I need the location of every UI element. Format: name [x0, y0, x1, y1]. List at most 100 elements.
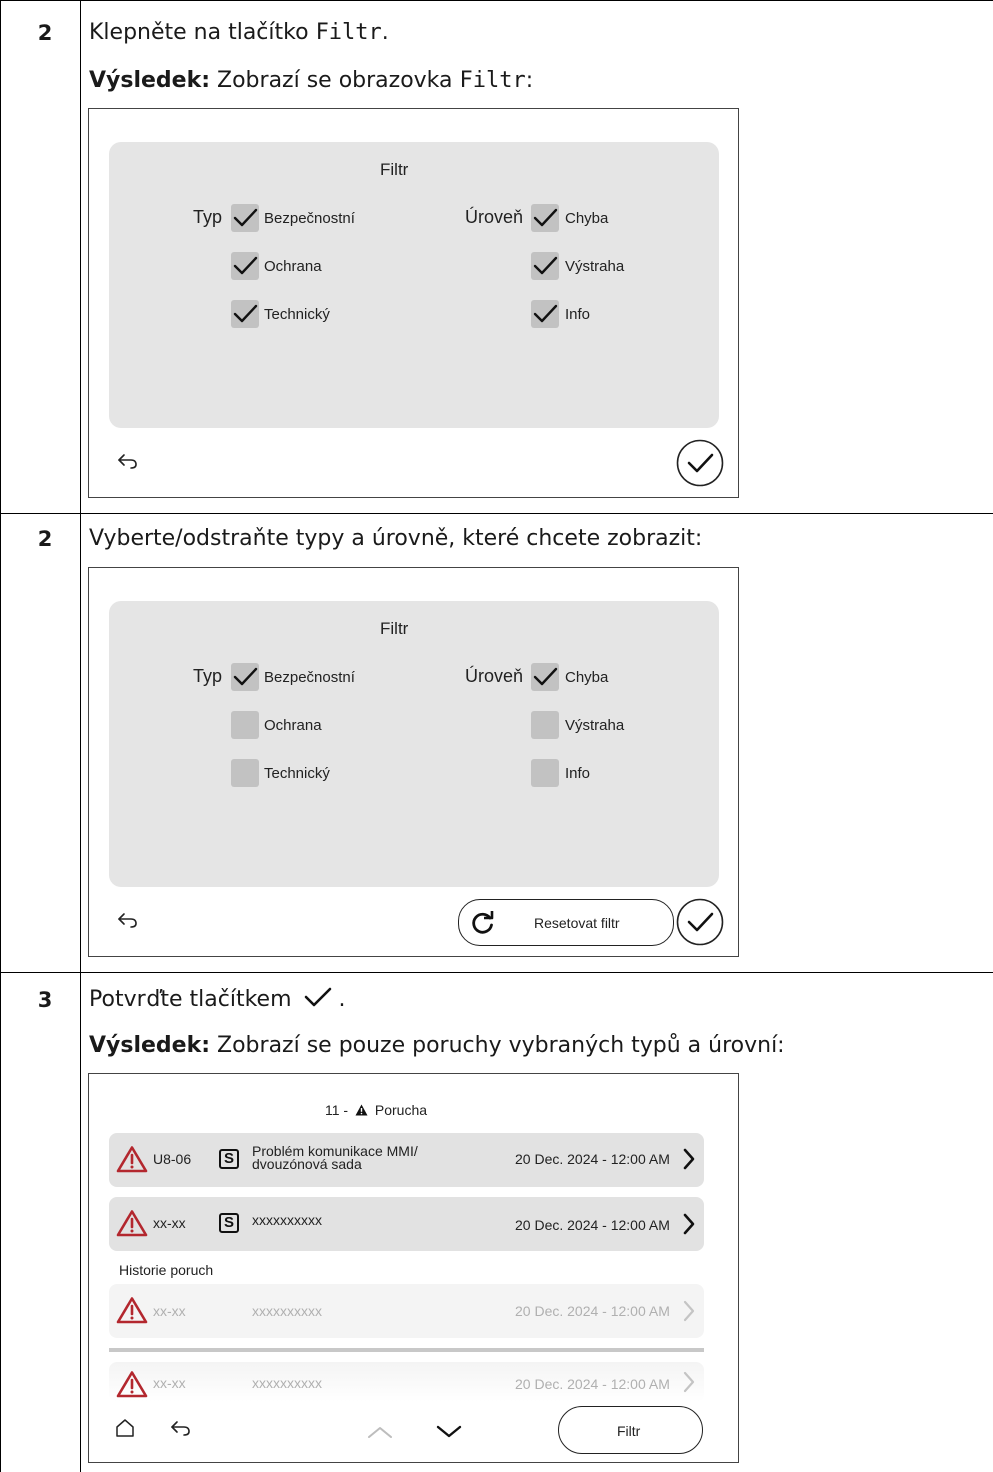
scroll-up-icon[interactable] [367, 1424, 393, 1440]
step-number: 3 [37, 988, 53, 1012]
malfunction-code: U8-06 [153, 1151, 192, 1167]
filter-title: Filtr [380, 160, 409, 179]
checkbox-chyba[interactable] [531, 663, 559, 691]
option-label: Chyba [565, 210, 609, 227]
option-label: Technický [264, 306, 330, 323]
option-label: Výstraha [565, 258, 625, 275]
type-label: Typ [193, 207, 223, 227]
result-suffix: : [525, 68, 534, 93]
filter-panel [109, 601, 719, 887]
result-text: Zobrazí se obrazovka [210, 68, 460, 93]
step-number: 2 [37, 21, 53, 45]
step-instruction: Klepněte na tlačítko Filtr. [89, 20, 389, 45]
check-icon [533, 208, 558, 227]
check-icon [533, 304, 558, 323]
malfunction-desc: xxxxxxxxxx [252, 1212, 322, 1228]
malfunction-header: 11 - Porucha [325, 1102, 427, 1118]
check-icon [304, 987, 331, 1007]
result-label: Výsledek: [89, 1033, 211, 1058]
step-result: Výsledek: Zobrazí se pouze poruchy vybra… [89, 1033, 785, 1058]
warning-icon [116, 1210, 148, 1237]
checkbox-info[interactable] [531, 759, 559, 787]
check-icon [233, 256, 258, 275]
history-title: Historie poruch [119, 1262, 214, 1278]
check-icon [233, 667, 258, 686]
malfunction-row[interactable]: xx-xx S xxxxxxxxxx 20 Dec. 2024 - 12:00 … [109, 1197, 704, 1251]
checkbox-technicky[interactable] [231, 759, 259, 787]
reset-icon [472, 911, 494, 934]
malfunction-desc: dvouzónová sada [252, 1156, 362, 1172]
instruction-code: Filtr [315, 20, 382, 45]
history-code: xx-xx [153, 1303, 186, 1319]
warning-icon [116, 1371, 148, 1398]
option-label: Bezpečnostní [264, 210, 355, 227]
checkbox-bezpecnostni[interactable] [231, 204, 259, 232]
chevron-right-icon [683, 1148, 695, 1170]
scroll-down-icon[interactable] [436, 1424, 462, 1440]
history-datetime: 20 Dec. 2024 - 12:00 AM [515, 1303, 670, 1319]
filter-panel [109, 142, 719, 428]
result-label: Výsledek: [89, 68, 211, 93]
table-top-border [0, 0, 993, 1]
level-label: Úroveň [465, 207, 524, 227]
step-result: Výsledek: Zobrazí se obrazovka Filtr: [89, 68, 533, 93]
instruction-suffix: . [381, 20, 389, 45]
check-icon [533, 667, 558, 686]
reset-filter-label: Resetovat filtr [534, 915, 620, 931]
history-desc: xxxxxxxxxx [252, 1303, 322, 1319]
filter-title: Filtr [380, 619, 409, 638]
history-code: xx-xx [153, 1375, 186, 1391]
option-label: Bezpečnostní [264, 669, 355, 686]
option-label: Ochrana [264, 258, 322, 275]
checkbox-chyba[interactable] [531, 204, 559, 232]
chevron-right-icon [683, 1213, 695, 1235]
warning-icon [116, 1297, 148, 1324]
result-text: Zobrazí se pouze poruchy vybraných typů … [210, 1033, 785, 1058]
checkbox-ochrana[interactable] [231, 252, 259, 280]
option-label: Ochrana [264, 717, 322, 734]
level-label: Úroveň [465, 666, 524, 686]
option-label: Technický [264, 765, 330, 782]
step-number: 2 [37, 527, 53, 551]
step-instruction: Potvrďte tlačítkem . [89, 986, 346, 1012]
check-icon [233, 304, 258, 323]
type-label: Typ [193, 666, 223, 686]
instruction-text: Potvrďte tlačítkem [89, 987, 299, 1012]
malfunction-row[interactable]: U8-06 S Problém komunikace MMI/ dvouzóno… [109, 1133, 704, 1187]
back-icon[interactable] [117, 911, 139, 929]
warning-icon [116, 1146, 148, 1173]
table-left-border [0, 0, 1, 1472]
checkbox-vystraha[interactable] [531, 252, 559, 280]
instruction-text: Klepněte na tlačítko [89, 20, 316, 45]
column-divider [80, 0, 81, 1472]
history-row[interactable]: xx-xx xxxxxxxxxx 20 Dec. 2024 - 12:00 AM [109, 1284, 704, 1338]
confirm-check-icon[interactable] [676, 898, 724, 946]
chevron-right-icon [683, 1300, 695, 1322]
malfunction-count: 11 - [325, 1102, 349, 1118]
check-icon [233, 208, 258, 227]
checkbox-bezpecnostni[interactable] [231, 663, 259, 691]
confirm-check-icon[interactable] [676, 439, 724, 487]
checkbox-vystraha[interactable] [531, 711, 559, 739]
checkbox-ochrana[interactable] [231, 711, 259, 739]
back-icon[interactable] [117, 452, 139, 470]
malfunction-datetime: 20 Dec. 2024 - 12:00 AM [515, 1217, 670, 1233]
row-divider [0, 513, 993, 514]
checkbox-info[interactable] [531, 300, 559, 328]
chevron-right-icon [683, 1371, 695, 1393]
history-desc: xxxxxxxxxx [252, 1375, 322, 1391]
option-label: Chyba [565, 669, 609, 686]
history-datetime: 20 Dec. 2024 - 12:00 AM [515, 1376, 670, 1392]
malfunction-code: xx-xx [153, 1215, 186, 1231]
home-icon[interactable] [115, 1418, 135, 1438]
malfunction-datetime: 20 Dec. 2024 - 12:00 AM [515, 1151, 670, 1167]
malfunction-label: Porucha [374, 1102, 428, 1118]
row-divider [0, 972, 993, 973]
filter-button-label: Filtr [617, 1423, 641, 1439]
history-row[interactable]: xx-xx xxxxxxxxxx 20 Dec. 2024 - 12:00 AM [109, 1362, 704, 1402]
result-code: Filtr [459, 68, 526, 93]
checkbox-technicky[interactable] [231, 300, 259, 328]
scroll-divider [109, 1348, 704, 1352]
back-icon[interactable] [170, 1419, 192, 1437]
check-icon [533, 256, 558, 275]
